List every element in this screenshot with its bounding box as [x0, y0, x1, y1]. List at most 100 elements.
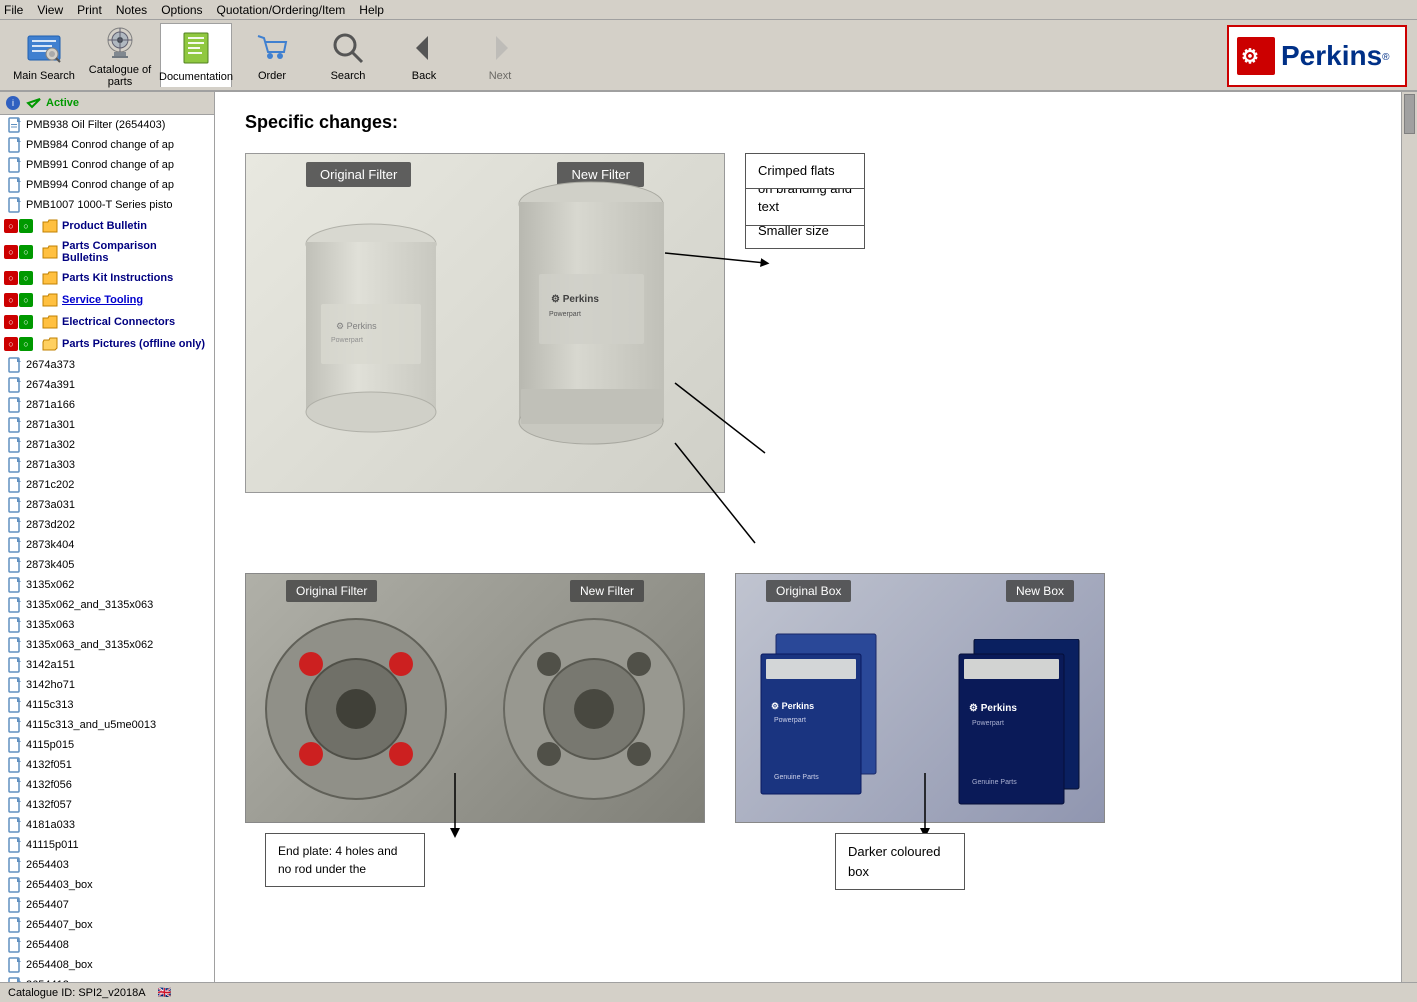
sidebar-part-item[interactable]: 2654407: [0, 895, 214, 915]
new-endplate: [494, 604, 694, 814]
sidebar-part-item[interactable]: 3135x063_and_3135x062: [0, 635, 214, 655]
sidebar-part-item[interactable]: 4132f057: [0, 795, 214, 815]
sidebar-item-pmb938[interactable]: PMB938 Oil Filter (2654403): [0, 115, 214, 135]
sidebar-part-item[interactable]: 4115c313_and_u5me0013: [0, 715, 214, 735]
sidebar-part-item[interactable]: 4115c313: [0, 695, 214, 715]
doc-file-icon: [8, 177, 22, 193]
svg-text:Genuine Parts: Genuine Parts: [774, 774, 819, 781]
sidebar-part-item[interactable]: 2871a302: [0, 435, 214, 455]
sidebar-part-item[interactable]: 2654407_box: [0, 915, 214, 935]
sidebar-part-item[interactable]: 2871a301: [0, 415, 214, 435]
sidebar-part-item[interactable]: 3142a151: [0, 655, 214, 675]
cat-collapse-btn3[interactable]: ○: [4, 271, 18, 285]
sidebar-part-item[interactable]: 4132f051: [0, 755, 214, 775]
sidebar-item-pmb984[interactable]: PMB984 Conrod change of ap: [0, 135, 214, 155]
active-label: Active: [46, 97, 79, 109]
sidebar-part-item[interactable]: 3135x062: [0, 575, 214, 595]
cat-expand-btn[interactable]: ○: [19, 219, 33, 233]
doc-file-icon: [8, 857, 22, 873]
cat-parts-comparison[interactable]: Parts Comparison Bulletins: [38, 238, 210, 266]
cat-electrical-connectors[interactable]: Electrical Connectors: [38, 312, 179, 332]
doc-file-icon: [8, 477, 22, 493]
folder-icon: [42, 218, 58, 234]
cat-product-bulletin[interactable]: Product Bulletin: [38, 216, 151, 236]
svg-text:Powerpart: Powerpart: [331, 337, 363, 344]
cat-expand-btn3[interactable]: ○: [19, 271, 33, 285]
sidebar-part-item[interactable]: 2674a391: [0, 375, 214, 395]
menu-help[interactable]: Help: [359, 3, 384, 17]
cat-expand-btn2[interactable]: ○: [19, 245, 33, 259]
sidebar-part-item[interactable]: 2871a303: [0, 455, 214, 475]
sidebar-part-item[interactable]: 41115p011: [0, 835, 214, 855]
cat-expand-btn6[interactable]: ○: [19, 337, 33, 351]
sidebar-part-item[interactable]: 3135x062_and_3135x063: [0, 595, 214, 615]
box-photo: Original Box New Box ⚙ Perkins: [735, 573, 1105, 823]
sidebar-part-item[interactable]: 2654408: [0, 935, 214, 955]
sidebar-part-item[interactable]: 2873k404: [0, 535, 214, 555]
doc-file-icon: [8, 157, 22, 173]
svg-text:⚙ Perkins: ⚙ Perkins: [551, 294, 599, 305]
sidebar-part-item[interactable]: 2654412: [0, 975, 214, 982]
sidebar-part-item[interactable]: 2871a166: [0, 395, 214, 415]
menu-notes[interactable]: Notes: [116, 3, 147, 17]
original-box-img: ⚙ Perkins Powerpart Genuine Parts: [756, 624, 886, 807]
search-button[interactable]: Search: [312, 23, 384, 87]
sidebar-part-item[interactable]: 2871c202: [0, 475, 214, 495]
svg-text:Powerpart: Powerpart: [774, 717, 806, 724]
svg-text:⚙: ⚙: [1241, 46, 1259, 68]
sidebar-part-item[interactable]: 2654408_box: [0, 955, 214, 975]
callout-darker-box: Darker coloured box: [835, 833, 965, 890]
cat-collapse-btn[interactable]: ○: [4, 219, 18, 233]
sidebar-part-item[interactable]: 2873k405: [0, 555, 214, 575]
sidebar-part-item[interactable]: 3135x063: [0, 615, 214, 635]
parts-items-container: 2674a373 2674a391 2871a166 2871a301 2871…: [0, 355, 214, 982]
cat-collapse-btn4[interactable]: ○: [4, 293, 18, 307]
box-section: Original Box New Box ⚙ Perkins: [735, 573, 1105, 823]
info-icon: i: [6, 96, 20, 110]
cat-parts-pictures[interactable]: Parts Pictures (offline only): [38, 334, 209, 354]
original-box-label: Original Box: [766, 580, 851, 602]
doc-file-icon: [8, 717, 22, 733]
doc-file-icon: [8, 777, 22, 793]
next-button[interactable]: Next: [464, 23, 536, 87]
order-button[interactable]: Order: [236, 23, 308, 87]
sidebar-part-item[interactable]: 2873d202: [0, 515, 214, 535]
sidebar-part-item[interactable]: 3142ho71: [0, 675, 214, 695]
sidebar-part-item[interactable]: 2674a373: [0, 355, 214, 375]
documentation-button[interactable]: Documentation: [160, 23, 232, 87]
catalogue-button[interactable]: Catalogue of parts: [84, 23, 156, 87]
main-search-button[interactable]: Main Search: [8, 23, 80, 87]
cat-parts-kit[interactable]: Parts Kit Instructions: [38, 268, 177, 288]
doc-file-icon: [8, 117, 22, 133]
sidebar-part-item[interactable]: 2654403: [0, 855, 214, 875]
cat-collapse-btn5[interactable]: ○: [4, 315, 18, 329]
menu-quotation[interactable]: Quotation/Ordering/Item: [217, 3, 346, 17]
sidebar-item-pmb994[interactable]: PMB994 Conrod change of ap: [0, 175, 214, 195]
menu-view[interactable]: View: [37, 3, 63, 17]
sidebar-part-item[interactable]: 4132f056: [0, 775, 214, 795]
sidebar-part-item[interactable]: 4115p015: [0, 735, 214, 755]
sidebar-item-pmb991[interactable]: PMB991 Conrod change of ap: [0, 155, 214, 175]
sidebar-header: i Active: [0, 92, 214, 115]
sidebar-part-item[interactable]: 2654403_box: [0, 875, 214, 895]
doc-file-icon: [8, 577, 22, 593]
cat-collapse-btn6[interactable]: ○: [4, 337, 18, 351]
sidebar-item-pmb1007[interactable]: PMB1007 1000-T Series pisto: [0, 195, 214, 215]
back-button[interactable]: Back: [388, 23, 460, 87]
sidebar-part-item[interactable]: 4181a033: [0, 815, 214, 835]
sidebar-item-pmb938-label: PMB938 Oil Filter (2654403): [26, 119, 165, 131]
menu-print[interactable]: Print: [77, 3, 102, 17]
cat-expand-btn5[interactable]: ○: [19, 315, 33, 329]
documentation-icon: [176, 29, 216, 69]
cat-service-tooling[interactable]: Service Tooling: [38, 290, 147, 310]
right-scrollbar[interactable]: [1401, 92, 1417, 982]
cat-expand-btn4[interactable]: ○: [19, 293, 33, 307]
content-area[interactable]: Specific changes: Original Filter New Fi…: [215, 92, 1401, 982]
main-search-icon: [24, 28, 64, 68]
callout-endplate-text: End plate: 4 holes and no rod under the: [278, 844, 397, 876]
menu-file[interactable]: File: [4, 3, 23, 17]
menu-options[interactable]: Options: [161, 3, 202, 17]
cat-collapse-btn2[interactable]: ○: [4, 245, 18, 259]
sidebar-part-item[interactable]: 2873a031: [0, 495, 214, 515]
flag-icon: 🇬🇧: [158, 986, 172, 999]
